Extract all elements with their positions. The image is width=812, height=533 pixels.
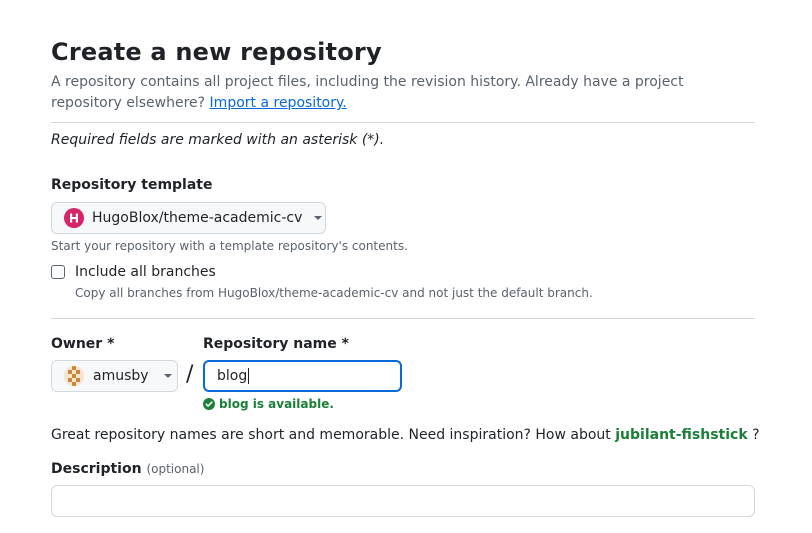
hugoblox-logo-icon [64, 208, 84, 228]
availability-status: blog is available. [203, 397, 334, 411]
suggested-name-link[interactable]: jubilant-fishstick [615, 427, 747, 443]
triangle-down-icon [314, 216, 323, 220]
include-all-branches-label: Include all branches [75, 264, 216, 280]
owner-select-button[interactable]: amusby [51, 360, 178, 392]
description-label-text: Description [51, 461, 142, 477]
repository-name-label: Repository name * [203, 336, 349, 352]
availability-text: blog is available. [219, 397, 334, 411]
repository-template-label: Repository template [51, 177, 213, 193]
include-all-branches-checkbox[interactable] [51, 265, 65, 279]
page-intro: A repository contains all project files,… [51, 72, 755, 114]
triangle-down-icon [163, 374, 172, 378]
suggestion-prefix: Great repository names are short and mem… [51, 427, 611, 443]
name-suggestion: Great repository names are short and mem… [51, 427, 760, 443]
owner-repo-separator: / [186, 362, 194, 387]
repository-name-input[interactable]: blog [203, 360, 402, 392]
import-repository-link[interactable]: Import a repository. [210, 95, 347, 111]
intro-text: A repository contains all project files,… [51, 74, 684, 111]
template-select-button[interactable]: HugoBlox/theme-academic-cv [51, 202, 326, 234]
optional-tag: (optional) [146, 462, 205, 476]
page-title: Create a new repository [51, 38, 382, 66]
owner-label: Owner * [51, 336, 115, 352]
check-circle-fill-icon [203, 398, 215, 410]
include-all-branches-hint: Copy all branches from HugoBlox/theme-ac… [75, 286, 593, 300]
repository-name-value: blog [217, 368, 248, 384]
template-hint: Start your repository with a template re… [51, 239, 408, 253]
template-select-value: HugoBlox/theme-academic-cv [92, 210, 303, 226]
identicon-avatar-icon [64, 366, 84, 386]
divider [51, 318, 755, 319]
owner-select-value: amusby [93, 368, 149, 384]
suggestion-suffix: ? [752, 427, 760, 443]
text-cursor [248, 368, 250, 384]
required-fields-note: Required fields are marked with an aster… [51, 132, 385, 148]
description-label: Description (optional) [51, 461, 204, 477]
divider [51, 122, 755, 123]
description-input[interactable] [51, 485, 755, 517]
